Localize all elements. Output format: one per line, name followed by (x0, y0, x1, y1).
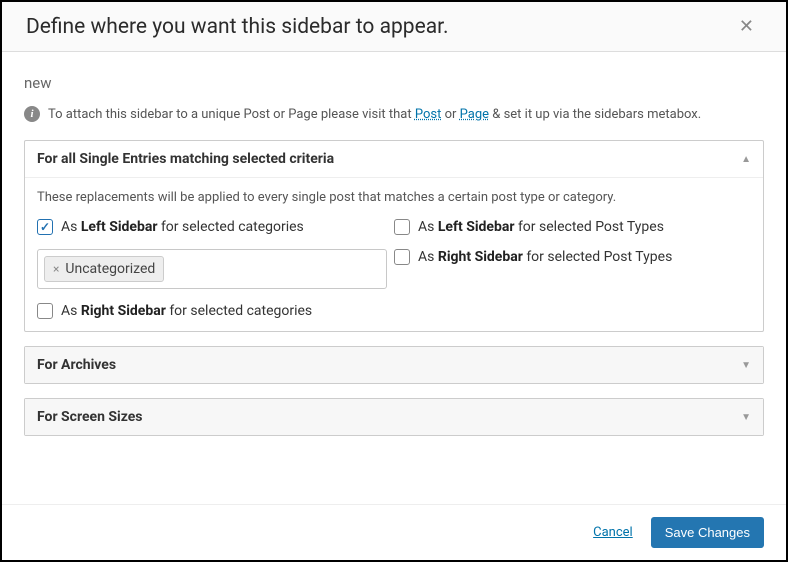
hint-middle: or (441, 107, 459, 122)
checkbox-right-sidebar-categories[interactable] (37, 303, 53, 319)
modal-header: Define where you want this sidebar to ap… (2, 2, 786, 52)
section-single-header[interactable]: For all Single Entries matching selected… (25, 141, 763, 177)
section-single-description: These replacements will be applied to ev… (37, 190, 751, 205)
modal-body: new i To attach this sidebar to a unique… (2, 52, 786, 504)
modal-title: Define where you want this sidebar to ap… (26, 15, 449, 39)
modal-footer: Cancel Save Changes (2, 504, 786, 560)
row-right-sidebar-categories: As Right Sidebar for selected categories (37, 303, 394, 319)
checkbox-left-sidebar-categories[interactable] (37, 219, 53, 235)
chevron-down-icon: ▼ (741, 412, 751, 423)
label-left-sidebar-categories: As Left Sidebar for selected categories (61, 219, 304, 235)
checkbox-right-sidebar-post-types[interactable] (394, 249, 410, 265)
row-left-sidebar-post-types: As Left Sidebar for selected Post Types (394, 219, 751, 235)
section-screen-title: For Screen Sizes (37, 409, 143, 425)
hint-prefix: To attach this sidebar to a unique Post … (48, 107, 415, 122)
section-single-entries: For all Single Entries matching selected… (24, 140, 764, 332)
col-left: As Left Sidebar for selected categories … (37, 219, 394, 319)
save-button[interactable]: Save Changes (651, 517, 764, 548)
checkbox-left-sidebar-post-types[interactable] (394, 219, 410, 235)
category-tag-input[interactable]: × Uncategorized (37, 249, 387, 289)
link-page[interactable]: Page (460, 107, 489, 122)
section-single-title: For all Single Entries matching selected… (37, 151, 334, 167)
section-screen-sizes: For Screen Sizes ▼ (24, 398, 764, 436)
sidebar-name-label: new (24, 74, 764, 92)
row-left-sidebar-categories: As Left Sidebar for selected categories (37, 219, 394, 235)
label-right-sidebar-post-types: As Right Sidebar for selected Post Types (418, 249, 672, 265)
label-right-sidebar-categories: As Right Sidebar for selected categories (61, 303, 312, 319)
section-single-body: These replacements will be applied to ev… (25, 177, 763, 331)
hint-suffix: & set it up via the sidebars metabox. (489, 107, 701, 122)
chevron-down-icon: ▼ (741, 360, 751, 371)
modal-define-sidebar: Define where you want this sidebar to ap… (0, 0, 788, 562)
label-left-sidebar-post-types: As Left Sidebar for selected Post Types (418, 219, 664, 235)
col-right: As Left Sidebar for selected Post Types … (394, 219, 751, 319)
cancel-button[interactable]: Cancel (593, 525, 633, 540)
section-screen-header[interactable]: For Screen Sizes ▼ (25, 399, 763, 435)
section-archives-header[interactable]: For Archives ▼ (25, 347, 763, 383)
hint-text: To attach this sidebar to a unique Post … (48, 107, 701, 122)
hint-row: i To attach this sidebar to a unique Pos… (24, 106, 764, 122)
section-archives-title: For Archives (37, 357, 116, 373)
info-icon: i (24, 106, 40, 122)
tag-remove-icon[interactable]: × (53, 262, 59, 276)
link-post[interactable]: Post (415, 107, 442, 122)
row-right-sidebar-post-types: As Right Sidebar for selected Post Types (394, 249, 751, 265)
close-icon[interactable]: ✕ (731, 12, 762, 41)
section-archives: For Archives ▼ (24, 346, 764, 384)
chevron-up-icon: ▲ (741, 154, 751, 165)
checkbox-grid: As Left Sidebar for selected categories … (37, 219, 751, 319)
tag-uncategorized: × Uncategorized (44, 256, 164, 282)
tag-label: Uncategorized (65, 261, 155, 277)
